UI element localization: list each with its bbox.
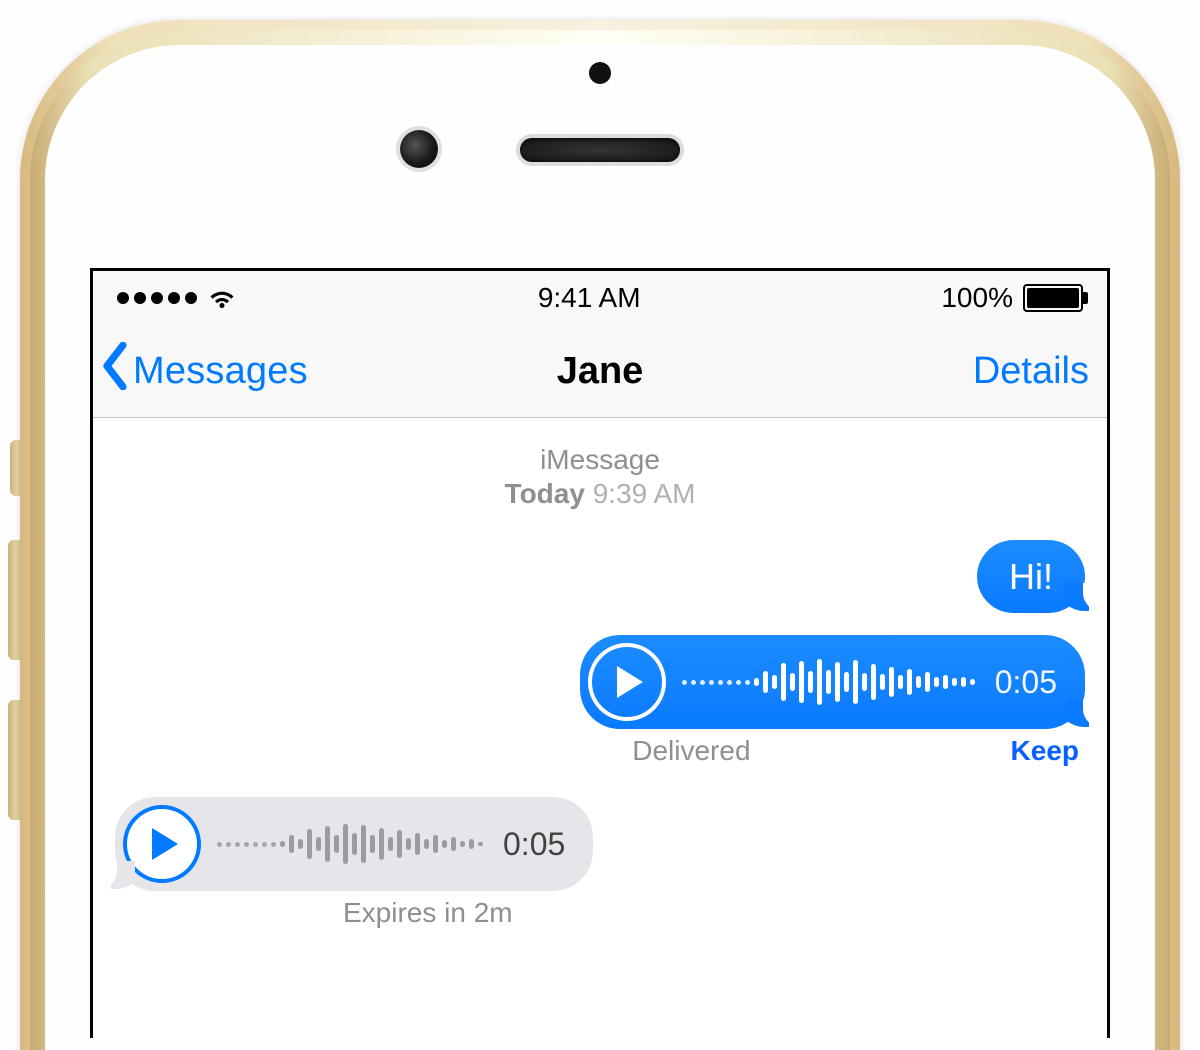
earpiece-speaker — [520, 138, 680, 162]
status-bar: 9:41 AM 100% — [93, 271, 1107, 325]
timestamp-time: 9:39 AM — [593, 478, 696, 509]
received-audio-bubble[interactable]: 0:05 — [115, 797, 593, 891]
message-text: Hi! — [1009, 556, 1053, 597]
signal-strength-icon — [117, 292, 197, 304]
keep-button[interactable]: Keep — [1011, 735, 1079, 767]
proximity-sensor — [589, 62, 611, 84]
sent-audio-bubble[interactable]: 0:05 — [580, 635, 1085, 729]
audio-duration: 0:05 — [503, 826, 565, 863]
delivered-label: Delivered — [632, 735, 750, 767]
front-camera — [400, 130, 438, 168]
expires-label: Expires in 2m — [343, 897, 513, 929]
back-label: Messages — [133, 350, 308, 393]
back-button[interactable]: Messages — [99, 342, 308, 400]
nav-title: Jane — [557, 350, 644, 393]
sent-text-bubble[interactable]: Hi! — [977, 540, 1085, 613]
wifi-icon — [207, 283, 237, 313]
battery-percentage: 100% — [941, 282, 1013, 314]
conversation[interactable]: iMessage Today 9:39 AM Hi! 0:05 — [93, 418, 1107, 929]
timestamp-header: iMessage Today 9:39 AM — [93, 444, 1107, 510]
phone-frame: 9:41 AM 100% Messages Jane Details iMess… — [0, 0, 1200, 1050]
waveform-icon — [217, 814, 483, 874]
details-button[interactable]: Details — [973, 350, 1089, 393]
play-icon[interactable] — [588, 643, 666, 721]
status-time: 9:41 AM — [538, 282, 641, 314]
battery-icon — [1023, 284, 1083, 312]
nav-bar: Messages Jane Details — [93, 325, 1107, 418]
timestamp-day: Today — [505, 478, 585, 509]
waveform-icon — [682, 652, 975, 712]
chevron-left-icon — [99, 342, 131, 400]
audio-duration: 0:05 — [995, 664, 1057, 701]
screen: 9:41 AM 100% Messages Jane Details iMess… — [90, 268, 1110, 1038]
